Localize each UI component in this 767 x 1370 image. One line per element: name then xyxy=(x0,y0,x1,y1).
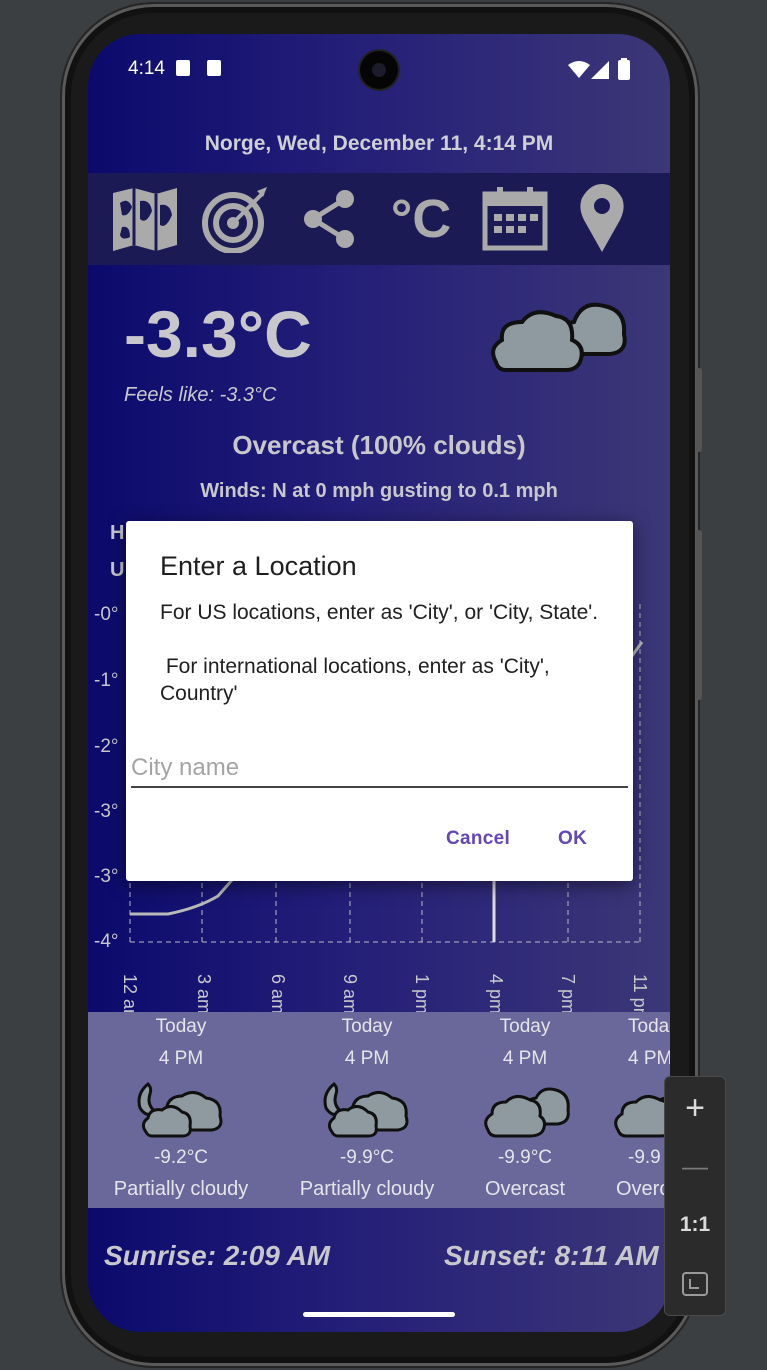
forecast-summary: Overc xyxy=(616,1178,670,1200)
power-button[interactable] xyxy=(696,368,702,452)
dialog-title: Enter a Location xyxy=(160,551,357,581)
location-pin-icon[interactable] xyxy=(572,184,632,252)
sd-card-icon xyxy=(176,60,190,76)
partly-cloudy-night-icon xyxy=(323,1081,409,1138)
status-bar: 4:14 xyxy=(88,34,670,106)
dialog-message: For US locations, enter as 'City', or 'C… xyxy=(160,601,599,705)
emulator-zoom-controls: + — 1:1 xyxy=(664,1076,726,1316)
feels-like: Feels like: -3.3°C xyxy=(124,384,277,406)
graph-y-label: -4° xyxy=(94,931,119,952)
forecast-day: Today xyxy=(155,1016,207,1037)
status-time: 4:14 xyxy=(128,58,165,79)
forecast-temp: -9.9°C xyxy=(497,1147,553,1168)
wifi-icon xyxy=(568,61,590,78)
font-icon xyxy=(207,60,221,76)
zoom-out-button[interactable]: — xyxy=(665,1151,725,1182)
cancel-button[interactable]: Cancel xyxy=(446,828,510,850)
partly-cloudy-night-icon xyxy=(137,1081,223,1138)
signal-icon xyxy=(591,61,609,79)
graph-x-label: 4 pm xyxy=(486,974,506,1015)
enter-location-dialog: Enter a Location For US locations, enter… xyxy=(126,521,633,881)
forecast-day: Toda xyxy=(628,1016,670,1037)
hourly-forecast-strip[interactable]: Today 4 PM -9.2°C Partially cloudy Today… xyxy=(88,1012,670,1208)
graph-y-label: -0° xyxy=(94,604,119,625)
front-camera xyxy=(360,51,398,89)
ok-button[interactable]: OK xyxy=(558,828,587,850)
cloud-icon xyxy=(484,1087,570,1138)
graph-x-label: 3 am xyxy=(194,974,214,1015)
humidity-label-partial: H xyxy=(110,522,125,544)
target-icon[interactable] xyxy=(200,187,274,253)
graph-x-label: 7 pm xyxy=(558,974,578,1015)
current-temperature: -3.3°C xyxy=(124,297,312,371)
forecast-hour: 4 PM xyxy=(158,1048,204,1069)
battery-icon xyxy=(618,58,630,80)
date-line: Norge, Wed, December 11, 4:14 PM xyxy=(204,132,554,155)
graph-y-label: -3° xyxy=(94,801,119,822)
uv-label-partial: U xyxy=(110,559,125,581)
zoom-ratio-button[interactable]: 1:1 xyxy=(665,1213,725,1237)
graph-x-label: 1 pm xyxy=(412,974,432,1015)
celsius-icon[interactable]: °C xyxy=(384,187,458,251)
gesture-nav-bar[interactable] xyxy=(303,1312,455,1317)
volume-button[interactable] xyxy=(696,530,702,700)
forecast-day: Today xyxy=(499,1016,551,1037)
forecast-summary: Partially cloudy xyxy=(113,1178,249,1200)
zoom-in-button[interactable]: + xyxy=(665,1089,725,1128)
share-icon[interactable] xyxy=(298,187,360,251)
graph-x-label: 6 am xyxy=(268,974,288,1015)
map-icon[interactable] xyxy=(108,187,182,251)
sunrise-text: Sunrise: 2:09 AM xyxy=(104,1240,331,1271)
winds-text: Winds: N at 0 mph gusting to 0.1 mph xyxy=(200,480,558,502)
cloud-icon xyxy=(491,302,627,372)
sunset-text: Sunset: 8:11 AM xyxy=(444,1240,659,1271)
graph-y-label: -2° xyxy=(94,736,119,757)
graph-y-label: -1° xyxy=(94,670,119,691)
forecast-summary: Overcast xyxy=(484,1178,566,1200)
toolbar: °C xyxy=(88,173,670,265)
forecast-hour: 4 PM xyxy=(628,1048,670,1069)
cloud-icon xyxy=(614,1090,670,1138)
graph-x-label: 9 am xyxy=(340,974,360,1015)
city-name-input[interactable] xyxy=(131,750,628,788)
fit-screen-icon[interactable] xyxy=(681,1271,709,1297)
forecast-hour: 4 PM xyxy=(502,1048,548,1069)
graph-y-label: -3° xyxy=(94,866,119,887)
condition-text: Overcast (100% clouds) xyxy=(232,430,526,460)
forecast-temp: -9.2°C xyxy=(153,1147,209,1168)
calendar-icon[interactable] xyxy=(480,187,550,251)
